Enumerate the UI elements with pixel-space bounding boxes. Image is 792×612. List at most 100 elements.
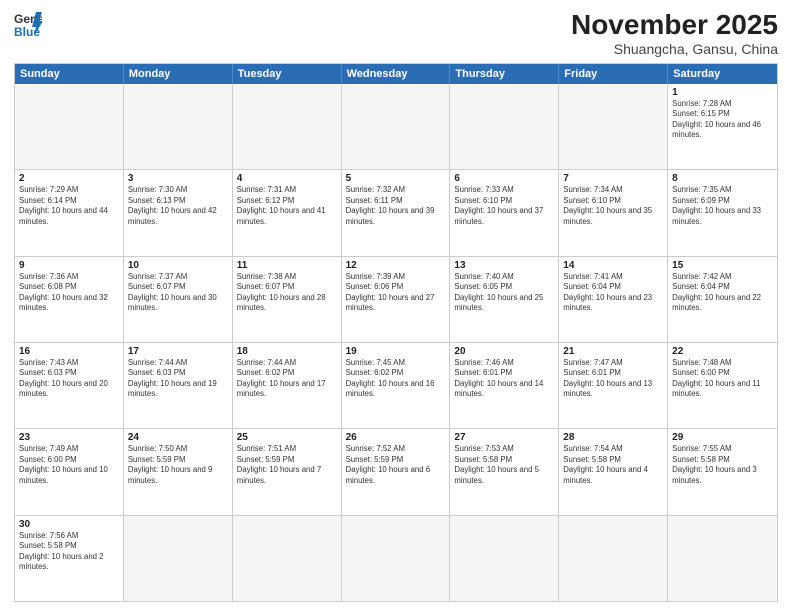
title-block: November 2025 Shuangcha, Gansu, China — [571, 10, 778, 57]
day-number: 10 — [128, 260, 228, 271]
day-number: 15 — [672, 260, 773, 271]
calendar-cell-2: 2Sunrise: 7:29 AM Sunset: 6:14 PM Daylig… — [15, 170, 124, 255]
calendar-row-1: 2Sunrise: 7:29 AM Sunset: 6:14 PM Daylig… — [15, 169, 777, 255]
header-day-monday: Monday — [124, 64, 233, 84]
subtitle: Shuangcha, Gansu, China — [571, 41, 778, 57]
header-day-wednesday: Wednesday — [342, 64, 451, 84]
calendar-cell-1: 1Sunrise: 7:28 AM Sunset: 6:15 PM Daylig… — [668, 84, 777, 169]
day-number: 19 — [346, 346, 446, 357]
day-number: 28 — [563, 432, 663, 443]
day-info: Sunrise: 7:45 AM Sunset: 6:02 PM Dayligh… — [346, 358, 446, 400]
day-number: 21 — [563, 346, 663, 357]
day-number: 4 — [237, 173, 337, 184]
day-info: Sunrise: 7:32 AM Sunset: 6:11 PM Dayligh… — [346, 185, 446, 227]
day-info: Sunrise: 7:56 AM Sunset: 5:58 PM Dayligh… — [19, 531, 119, 573]
day-number: 2 — [19, 173, 119, 184]
header-day-sunday: Sunday — [15, 64, 124, 84]
day-number: 26 — [346, 432, 446, 443]
day-number: 9 — [19, 260, 119, 271]
calendar-cell-13: 13Sunrise: 7:40 AM Sunset: 6:05 PM Dayli… — [450, 257, 559, 342]
logo: GeneralBlue — [14, 10, 42, 38]
calendar-cell-14: 14Sunrise: 7:41 AM Sunset: 6:04 PM Dayli… — [559, 257, 668, 342]
calendar-cell-empty-5-4 — [450, 516, 559, 601]
day-number: 11 — [237, 260, 337, 271]
calendar-header: SundayMondayTuesdayWednesdayThursdayFrid… — [15, 64, 777, 84]
header-day-thursday: Thursday — [450, 64, 559, 84]
calendar-cell-empty-5-6 — [668, 516, 777, 601]
logo-icon: GeneralBlue — [14, 10, 42, 38]
calendar-cell-20: 20Sunrise: 7:46 AM Sunset: 6:01 PM Dayli… — [450, 343, 559, 428]
calendar-cell-29: 29Sunrise: 7:55 AM Sunset: 5:58 PM Dayli… — [668, 429, 777, 514]
day-info: Sunrise: 7:37 AM Sunset: 6:07 PM Dayligh… — [128, 272, 228, 314]
calendar-cell-12: 12Sunrise: 7:39 AM Sunset: 6:06 PM Dayli… — [342, 257, 451, 342]
day-info: Sunrise: 7:33 AM Sunset: 6:10 PM Dayligh… — [454, 185, 554, 227]
calendar-cell-23: 23Sunrise: 7:49 AM Sunset: 6:00 PM Dayli… — [15, 429, 124, 514]
day-info: Sunrise: 7:40 AM Sunset: 6:05 PM Dayligh… — [454, 272, 554, 314]
calendar-cell-6: 6Sunrise: 7:33 AM Sunset: 6:10 PM Daylig… — [450, 170, 559, 255]
day-number: 25 — [237, 432, 337, 443]
day-info: Sunrise: 7:48 AM Sunset: 6:00 PM Dayligh… — [672, 358, 773, 400]
calendar-cell-19: 19Sunrise: 7:45 AM Sunset: 6:02 PM Dayli… — [342, 343, 451, 428]
day-number: 17 — [128, 346, 228, 357]
day-number: 20 — [454, 346, 554, 357]
calendar-cell-empty-5-3 — [342, 516, 451, 601]
calendar-cell-15: 15Sunrise: 7:42 AM Sunset: 6:04 PM Dayli… — [668, 257, 777, 342]
calendar-cell-26: 26Sunrise: 7:52 AM Sunset: 5:59 PM Dayli… — [342, 429, 451, 514]
calendar-cell-27: 27Sunrise: 7:53 AM Sunset: 5:58 PM Dayli… — [450, 429, 559, 514]
day-info: Sunrise: 7:29 AM Sunset: 6:14 PM Dayligh… — [19, 185, 119, 227]
day-number: 16 — [19, 346, 119, 357]
header-day-tuesday: Tuesday — [233, 64, 342, 84]
calendar-row-5: 30Sunrise: 7:56 AM Sunset: 5:58 PM Dayli… — [15, 515, 777, 601]
day-info: Sunrise: 7:31 AM Sunset: 6:12 PM Dayligh… — [237, 185, 337, 227]
calendar-cell-25: 25Sunrise: 7:51 AM Sunset: 5:59 PM Dayli… — [233, 429, 342, 514]
day-number: 13 — [454, 260, 554, 271]
day-number: 22 — [672, 346, 773, 357]
day-info: Sunrise: 7:34 AM Sunset: 6:10 PM Dayligh… — [563, 185, 663, 227]
calendar-cell-empty-0-3 — [342, 84, 451, 169]
day-info: Sunrise: 7:35 AM Sunset: 6:09 PM Dayligh… — [672, 185, 773, 227]
day-info: Sunrise: 7:44 AM Sunset: 6:02 PM Dayligh… — [237, 358, 337, 400]
day-number: 23 — [19, 432, 119, 443]
calendar-row-2: 9Sunrise: 7:36 AM Sunset: 6:08 PM Daylig… — [15, 256, 777, 342]
calendar-cell-22: 22Sunrise: 7:48 AM Sunset: 6:00 PM Dayli… — [668, 343, 777, 428]
calendar: SundayMondayTuesdayWednesdayThursdayFrid… — [14, 63, 778, 602]
day-info: Sunrise: 7:51 AM Sunset: 5:59 PM Dayligh… — [237, 444, 337, 486]
calendar-cell-9: 9Sunrise: 7:36 AM Sunset: 6:08 PM Daylig… — [15, 257, 124, 342]
calendar-cell-empty-0-4 — [450, 84, 559, 169]
calendar-cell-empty-5-1 — [124, 516, 233, 601]
day-info: Sunrise: 7:41 AM Sunset: 6:04 PM Dayligh… — [563, 272, 663, 314]
calendar-row-0: 1Sunrise: 7:28 AM Sunset: 6:15 PM Daylig… — [15, 84, 777, 169]
calendar-row-3: 16Sunrise: 7:43 AM Sunset: 6:03 PM Dayli… — [15, 342, 777, 428]
calendar-cell-empty-0-1 — [124, 84, 233, 169]
page: GeneralBlue November 2025 Shuangcha, Gan… — [0, 0, 792, 612]
day-info: Sunrise: 7:38 AM Sunset: 6:07 PM Dayligh… — [237, 272, 337, 314]
calendar-cell-5: 5Sunrise: 7:32 AM Sunset: 6:11 PM Daylig… — [342, 170, 451, 255]
calendar-cell-16: 16Sunrise: 7:43 AM Sunset: 6:03 PM Dayli… — [15, 343, 124, 428]
calendar-cell-21: 21Sunrise: 7:47 AM Sunset: 6:01 PM Dayli… — [559, 343, 668, 428]
calendar-cell-empty-5-2 — [233, 516, 342, 601]
calendar-cell-3: 3Sunrise: 7:30 AM Sunset: 6:13 PM Daylig… — [124, 170, 233, 255]
calendar-body: 1Sunrise: 7:28 AM Sunset: 6:15 PM Daylig… — [15, 84, 777, 601]
day-number: 29 — [672, 432, 773, 443]
calendar-cell-empty-5-5 — [559, 516, 668, 601]
day-number: 6 — [454, 173, 554, 184]
day-number: 3 — [128, 173, 228, 184]
day-number: 12 — [346, 260, 446, 271]
day-info: Sunrise: 7:28 AM Sunset: 6:15 PM Dayligh… — [672, 99, 773, 141]
day-info: Sunrise: 7:43 AM Sunset: 6:03 PM Dayligh… — [19, 358, 119, 400]
header: GeneralBlue November 2025 Shuangcha, Gan… — [14, 10, 778, 57]
day-number: 5 — [346, 173, 446, 184]
day-info: Sunrise: 7:49 AM Sunset: 6:00 PM Dayligh… — [19, 444, 119, 486]
day-number: 18 — [237, 346, 337, 357]
calendar-cell-7: 7Sunrise: 7:34 AM Sunset: 6:10 PM Daylig… — [559, 170, 668, 255]
calendar-cell-4: 4Sunrise: 7:31 AM Sunset: 6:12 PM Daylig… — [233, 170, 342, 255]
day-info: Sunrise: 7:52 AM Sunset: 5:59 PM Dayligh… — [346, 444, 446, 486]
calendar-cell-28: 28Sunrise: 7:54 AM Sunset: 5:58 PM Dayli… — [559, 429, 668, 514]
main-title: November 2025 — [571, 10, 778, 41]
calendar-cell-8: 8Sunrise: 7:35 AM Sunset: 6:09 PM Daylig… — [668, 170, 777, 255]
day-info: Sunrise: 7:47 AM Sunset: 6:01 PM Dayligh… — [563, 358, 663, 400]
header-day-friday: Friday — [559, 64, 668, 84]
day-info: Sunrise: 7:44 AM Sunset: 6:03 PM Dayligh… — [128, 358, 228, 400]
day-info: Sunrise: 7:36 AM Sunset: 6:08 PM Dayligh… — [19, 272, 119, 314]
calendar-cell-10: 10Sunrise: 7:37 AM Sunset: 6:07 PM Dayli… — [124, 257, 233, 342]
